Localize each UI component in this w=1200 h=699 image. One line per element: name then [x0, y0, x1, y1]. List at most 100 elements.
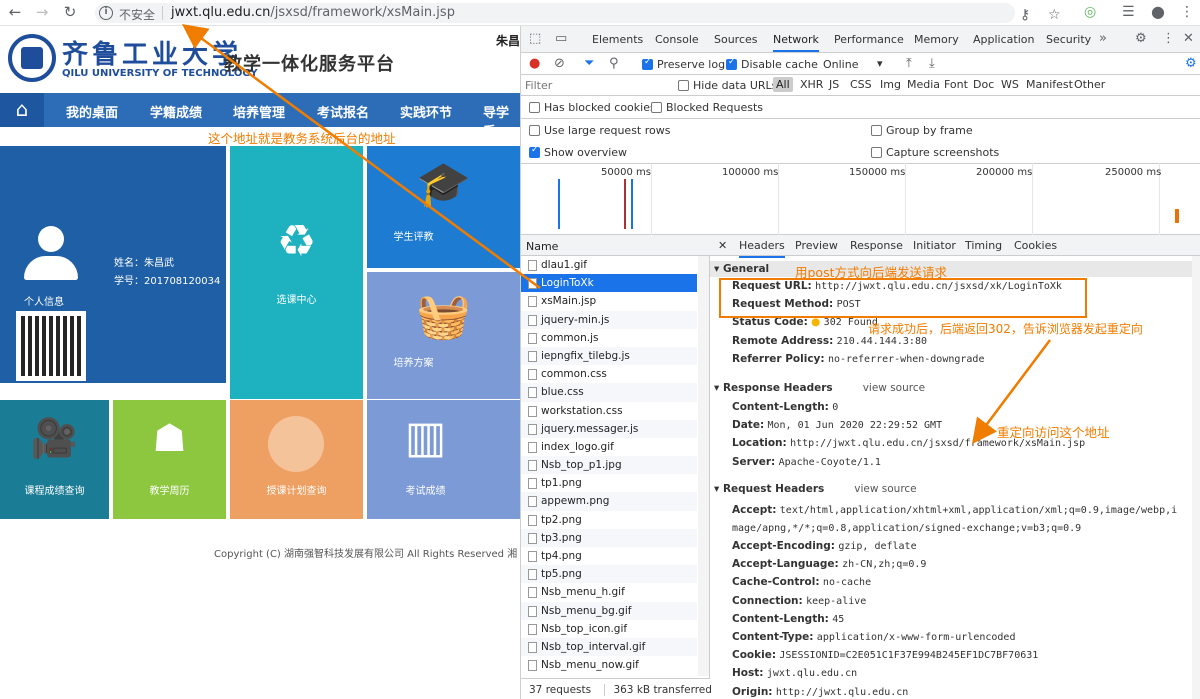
request-row[interactable]: jquery-min.js: [521, 310, 697, 329]
response-headers-header[interactable]: ▾ Response Headers view source: [714, 382, 925, 394]
exam-scores-tile[interactable]: ▥ 考试成绩: [367, 400, 520, 519]
request-row[interactable]: common.css: [521, 365, 697, 383]
key-icon[interactable]: ⚷: [1020, 7, 1030, 23]
tab-elements[interactable]: Elements: [592, 33, 643, 46]
filter-manifest[interactable]: Manifest: [1026, 78, 1073, 91]
disable-cache-checkbox[interactable]: [726, 57, 737, 70]
inspect-element-icon[interactable]: ⬚: [529, 31, 541, 46]
close-details-icon[interactable]: ✕: [718, 239, 727, 252]
view-source-link[interactable]: view source: [863, 382, 925, 394]
request-row[interactable]: tp1.png: [521, 474, 697, 492]
nav-training[interactable]: 培养管理: [233, 102, 285, 121]
throttle-select[interactable]: Online: [823, 58, 858, 71]
request-row[interactable]: LoginToXk: [521, 274, 697, 293]
filter-other[interactable]: Other: [1074, 78, 1105, 91]
tab-sources[interactable]: Sources: [714, 33, 758, 46]
filter-input[interactable]: [525, 77, 665, 93]
request-row[interactable]: Nsb_top_icon.gif: [521, 620, 697, 638]
close-devtools-icon[interactable]: ✕: [1183, 31, 1194, 46]
tab-security[interactable]: Security: [1046, 33, 1091, 46]
more-options-icon[interactable]: ⋮: [1162, 31, 1175, 46]
device-toolbar-icon[interactable]: ▭: [555, 31, 567, 46]
request-row[interactable]: xsMain.jsp: [521, 292, 697, 310]
course-grades-tile[interactable]: 🎥 课程成绩查询: [0, 400, 109, 519]
filter-ws[interactable]: WS: [1001, 78, 1019, 91]
capture-screenshots-checkbox[interactable]: [871, 147, 882, 158]
request-row[interactable]: dlau1.gif: [521, 256, 697, 274]
general-section-header[interactable]: ▾ General: [710, 261, 1193, 277]
request-row[interactable]: index_logo.gif: [521, 438, 697, 456]
teaching-calendar-tile[interactable]: ☗ 教学周历: [113, 400, 226, 519]
filter-img[interactable]: Img: [880, 78, 901, 91]
filter-media[interactable]: Media: [907, 78, 940, 91]
training-plan-tile[interactable]: 🧺 培养方案: [367, 272, 520, 399]
reading-list-icon[interactable]: ☰: [1122, 4, 1135, 20]
tab-response[interactable]: Response: [850, 239, 903, 252]
request-row[interactable]: Nsb_top_interval.gif: [521, 637, 697, 657]
tab-performance[interactable]: Performance: [834, 33, 904, 46]
filter-font[interactable]: Font: [944, 78, 968, 91]
filter-js[interactable]: JS: [829, 78, 839, 91]
request-row[interactable]: Nsb_menu_h.gif: [521, 583, 697, 601]
name-column-header[interactable]: Name: [521, 235, 710, 256]
filter-all-button[interactable]: All: [773, 77, 793, 92]
large-rows-checkbox[interactable]: [529, 125, 540, 136]
more-tabs-icon[interactable]: »: [1099, 31, 1107, 46]
profile-tile[interactable]: 个人信息 姓名：朱昌武 学号：201708120034: [0, 146, 226, 383]
menu-kebab-icon[interactable]: ⋮: [1180, 4, 1194, 20]
search-icon[interactable]: ⚲: [609, 56, 619, 71]
nav-grades[interactable]: 学籍成绩: [150, 102, 202, 121]
blocked-cookies-checkbox[interactable]: [529, 102, 540, 113]
tab-initiator[interactable]: Initiator: [913, 239, 956, 252]
group-by-frame-checkbox[interactable]: [871, 125, 882, 136]
request-row[interactable]: Nsb_top_p1.jpg: [521, 456, 697, 475]
import-har-icon[interactable]: ⤒: [906, 56, 912, 71]
profile-avatar-icon[interactable]: ●: [1151, 2, 1165, 21]
request-row[interactable]: blue.css: [521, 383, 697, 402]
nav-practice[interactable]: 实践环节: [400, 102, 452, 121]
network-settings-icon[interactable]: ⚙: [1185, 56, 1197, 71]
extension-icon[interactable]: ◎: [1084, 4, 1096, 20]
tab-cookies[interactable]: Cookies: [1014, 239, 1057, 252]
request-list-scrollbar[interactable]: [698, 256, 709, 676]
view-source-link[interactable]: view source: [854, 483, 916, 495]
filter-css[interactable]: CSS: [850, 78, 872, 91]
tab-network[interactable]: Network: [773, 33, 819, 52]
back-arrow-icon[interactable]: ←: [6, 3, 24, 21]
settings-gear-icon[interactable]: ⚙: [1135, 31, 1147, 46]
teaching-plan-tile[interactable]: 授课计划查询: [230, 400, 363, 519]
blocked-requests-checkbox[interactable]: [651, 102, 662, 113]
url-text[interactable]: jwxt.qlu.edu.cn/jsxsd/framework/xsMain.j…: [171, 5, 455, 20]
request-row[interactable]: workstation.css: [521, 402, 697, 420]
tab-memory[interactable]: Memory: [914, 33, 959, 46]
chevron-down-icon[interactable]: ▾: [877, 57, 883, 70]
request-row[interactable]: iepngfix_tilebg.js: [521, 346, 697, 366]
clear-icon[interactable]: ⊘: [554, 56, 565, 71]
nav-exam-signup[interactable]: 考试报名: [317, 102, 369, 121]
nav-guidance[interactable]: 导学系: [483, 102, 520, 140]
reload-icon[interactable]: ↻: [61, 3, 79, 21]
filter-xhr[interactable]: XHR: [800, 78, 823, 91]
request-row[interactable]: appewm.png: [521, 492, 697, 511]
hide-data-urls-checkbox[interactable]: [678, 80, 689, 91]
record-icon[interactable]: ●: [529, 56, 540, 71]
filter-icon[interactable]: ⏷: [584, 56, 594, 71]
nav-my-desktop[interactable]: 我的桌面: [66, 102, 118, 121]
home-icon[interactable]: ⌂: [0, 93, 44, 127]
request-row[interactable]: Nsb_menu_bg.gif: [521, 601, 697, 620]
tab-console[interactable]: Console: [655, 33, 699, 46]
evaluation-tile[interactable]: 🎓 学生评教: [367, 146, 520, 268]
address-bar[interactable]: i 不安全 jwxt.qlu.edu.cn/jsxsd/framework/xs…: [95, 3, 1061, 23]
export-har-icon[interactable]: ⤓: [929, 56, 935, 71]
request-row[interactable]: tp5.png: [521, 565, 697, 584]
forward-arrow-icon[interactable]: →: [33, 3, 51, 21]
show-overview-checkbox[interactable]: [529, 145, 540, 158]
request-headers-header[interactable]: ▾ Request Headers view source: [714, 483, 917, 495]
info-icon[interactable]: i: [99, 6, 113, 20]
tab-timing[interactable]: Timing: [965, 239, 1002, 252]
request-row[interactable]: Nsb_menu_now.gif: [521, 656, 697, 674]
tab-headers[interactable]: Headers: [739, 239, 785, 258]
request-row[interactable]: tp4.png: [521, 547, 697, 565]
tab-preview[interactable]: Preview: [795, 239, 838, 252]
tab-application[interactable]: Application: [973, 33, 1034, 46]
